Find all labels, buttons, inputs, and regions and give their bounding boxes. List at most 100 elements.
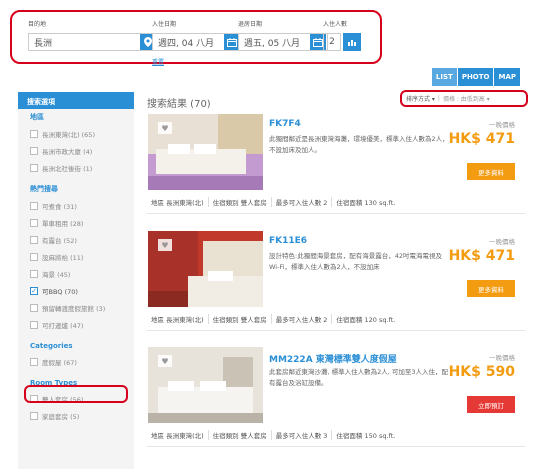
sidebar-section-title: 地區	[30, 113, 44, 121]
listing-area: 地區 長洲東灣(北)	[147, 196, 209, 207]
checkout-field[interactable]: 週五, 05 八月	[238, 33, 328, 51]
price-sort-label: 價格 : 由低到高	[442, 96, 485, 103]
checkout-label: 退房日期	[238, 21, 263, 28]
listing-action-button[interactable]: 更多資料	[467, 280, 515, 297]
checkbox[interactable]	[30, 201, 38, 210]
listing-title[interactable]: FK11E6	[269, 236, 307, 246]
search-form: 目的地 長洲 入住日期 週四, 04 八月 退房日期 週五, 05 八月 入住人…	[10, 10, 382, 66]
listing-title[interactable]: FK7F4	[269, 119, 301, 129]
listing-info-bar: 地區 長洲東灣(北) 住宿類別 雙人套房 最多可入住人數 3 住宿面積 150 sq.…	[147, 425, 399, 444]
filter-option-label: 可煮食 (31)	[42, 202, 77, 211]
listing-max-guests: 最多可入住人數 2	[272, 196, 333, 207]
checkbox[interactable]	[30, 163, 38, 172]
listing-info-bar: 地區 長洲東灣(北) 住宿類別 雙人套房 最多可入住人數 2 住宿面積 120 sq.…	[147, 309, 399, 328]
filter-option[interactable]: 設麻將枱 (11)	[18, 248, 134, 265]
filter-option-label: 度假屋 (67)	[42, 358, 77, 367]
listing-size: 住宿面積 120 sq.ft.	[336, 315, 396, 324]
listing-max-guests: 最多可入住人數 3	[272, 429, 333, 440]
price-label: 一晚價格	[489, 354, 515, 362]
filter-option[interactable]: 有露台 (52)	[18, 231, 134, 248]
filter-option[interactable]: 長洲東灣(北) (65)	[18, 125, 134, 142]
sort-separator: |	[437, 95, 440, 102]
heart-icon[interactable]: ♥	[158, 355, 172, 367]
filter-option[interactable]: 可煮食 (31)	[18, 197, 134, 214]
listing-photo[interactable]: ♥	[148, 347, 263, 423]
guests-field[interactable]: 2	[323, 33, 362, 51]
listing-photo[interactable]: ♥	[148, 231, 263, 307]
listing-price: HK$ 590	[448, 364, 515, 380]
listing-size: 住宿面積 150 sq.ft.	[336, 431, 396, 440]
checkbox[interactable]	[30, 218, 38, 227]
tab-photo[interactable]: PHOTO	[457, 68, 494, 86]
guests-icon[interactable]	[343, 33, 361, 51]
listing-photo[interactable]: ♥	[148, 114, 263, 190]
price-sort-dropdown[interactable]: 價格 : 由低到高 ▾	[443, 94, 490, 103]
listing-card: ♥ MM222A 東灣標準雙人度假屋此套房鄰近東灣沙灘, 標準入住人數為2人, 可…	[147, 347, 525, 447]
destination-field[interactable]: 長洲	[28, 33, 158, 51]
filter-option[interactable]: 家庭套房 (5)	[18, 407, 134, 424]
sidebar-section-title: Categories	[30, 342, 73, 350]
checkin-value: 週四, 04 八月	[158, 38, 215, 49]
filter-option[interactable]: ✓ 可BBQ (70)	[18, 282, 134, 299]
heart-icon[interactable]: ♥	[158, 239, 172, 251]
sort-dropdown[interactable]: 排序方式 ▾	[406, 94, 435, 103]
reset-link[interactable]: 重置	[152, 57, 164, 66]
filter-option-label: 海景 (45)	[42, 270, 71, 279]
listing-room-type: 住宿類別 雙人套房	[209, 313, 272, 324]
filter-option[interactable]: 度假屋 (67)	[18, 353, 134, 370]
listing-description: 此獨間鄰近是長洲東灣海灘，環境優美，標準入住人數為2人，不設加床及加人。	[269, 135, 449, 154]
listing-size: 住宿面積 130 sq.ft.	[336, 198, 396, 207]
checkbox[interactable]	[30, 129, 38, 138]
listing-card: ♥ FK11E6 設計特色:此獨間海景套房，配有海景露台，42吋電海電視及Wi-Fi…	[147, 231, 525, 331]
filter-option-label: 可打邊爐 (47)	[42, 321, 84, 330]
checkbox[interactable]	[30, 320, 38, 329]
checkbox[interactable]	[30, 252, 38, 261]
listing-area: 地區 長洲東灣(北)	[147, 313, 209, 324]
tab-map[interactable]: MAP	[494, 68, 520, 86]
heart-icon[interactable]: ♥	[158, 122, 172, 134]
filter-option[interactable]: 預留轉渡度假旅館 (3)	[18, 299, 134, 316]
filter-option-label: 設麻將枱 (11)	[42, 253, 84, 262]
checkbox[interactable]	[30, 146, 38, 155]
checkin-field[interactable]: 週四, 04 八月	[152, 33, 242, 51]
filter-option-label: 長洲東灣(北) (65)	[42, 130, 95, 139]
listing-max-guests: 最多可入住人數 2	[272, 313, 333, 324]
filter-option-label: 長洲北社後街 (1)	[42, 164, 93, 173]
sort-controls: 排序方式 ▾ | 價格 : 由低到高 ▾	[400, 90, 528, 107]
listing-action-button[interactable]: 更多資料	[467, 163, 515, 180]
listing-area: 地區 長洲東灣(北)	[147, 429, 209, 440]
checkbox[interactable]	[30, 235, 38, 244]
checkbox[interactable]	[30, 303, 38, 312]
checkbox[interactable]	[30, 357, 38, 366]
checkbox[interactable]	[30, 269, 38, 278]
filter-option[interactable]: 海景 (45)	[18, 265, 134, 282]
filter-option[interactable]: 長洲市政大廈 (4)	[18, 142, 134, 159]
filter-option[interactable]: 單車租用 (28)	[18, 214, 134, 231]
listing-card: ♥ FK7F4 此獨間鄰近是長洲東灣海灘，環境優美，標準入住人數為2人，不設加床及加…	[147, 114, 525, 214]
guests-label: 入住人數	[323, 21, 348, 28]
bbq-highlight	[24, 385, 128, 403]
listing-title[interactable]: MM222A 東灣標準雙人度假屋	[269, 352, 397, 365]
filter-option[interactable]: 長洲北社後街 (1)	[18, 159, 134, 176]
filter-option[interactable]: 可打邊爐 (47)	[18, 316, 134, 333]
filter-option-label: 長洲市政大廈 (4)	[42, 147, 93, 156]
listing-info-bar: 地區 長洲東灣(北) 住宿類別 雙人套房 最多可入住人數 2 住宿面積 130 sq.…	[147, 192, 399, 211]
filter-option-label: 可BBQ (70)	[42, 287, 78, 296]
listing-action-button[interactable]: 立即預訂	[467, 396, 515, 413]
filter-option-label: 單車租用 (28)	[42, 219, 84, 228]
chevron-down-icon: ▾	[486, 96, 490, 103]
checkin-label: 入住日期	[152, 21, 177, 28]
view-tabs: LIST PHOTO MAP	[431, 68, 520, 86]
listing-price: HK$ 471	[448, 248, 515, 264]
checkbox[interactable]: ✓	[30, 286, 38, 295]
listing-description: 此套房鄰近東灣沙灘, 標準入住人數為2人, 可加至3人入住，配有露台及浴缸設備。	[269, 368, 449, 387]
filter-option-label: 預留轉渡度假旅館 (3)	[42, 304, 106, 313]
guests-value[interactable]: 2	[323, 33, 341, 51]
filter-option-label: 有露台 (52)	[42, 236, 77, 245]
destination-label: 目的地	[28, 21, 47, 28]
price-label: 一晚價格	[489, 238, 515, 246]
tab-list[interactable]: LIST	[431, 68, 457, 86]
checkbox[interactable]	[30, 411, 38, 420]
listing-room-type: 住宿類別 雙人套房	[209, 429, 272, 440]
price-label: 一晚價格	[489, 121, 515, 129]
